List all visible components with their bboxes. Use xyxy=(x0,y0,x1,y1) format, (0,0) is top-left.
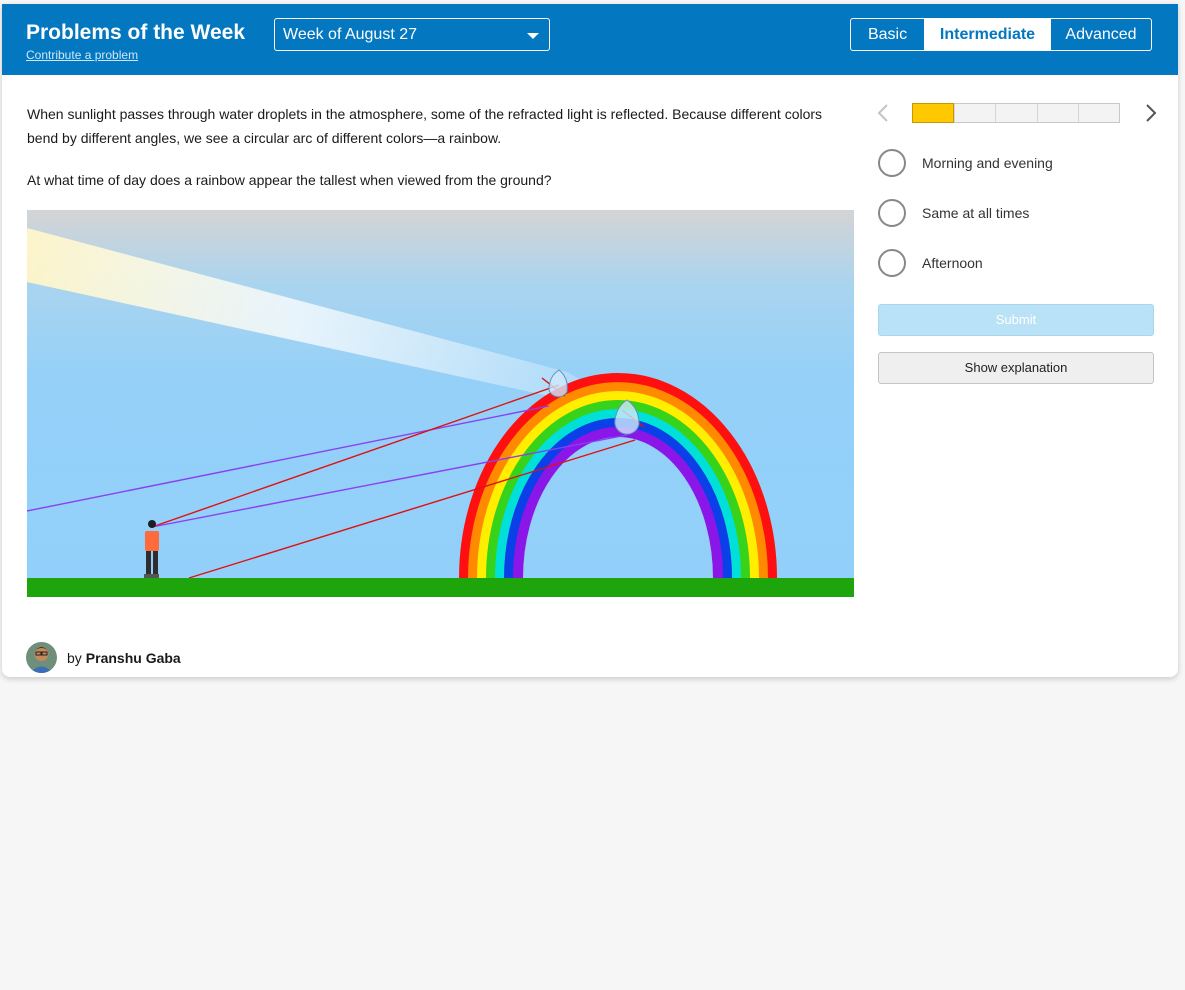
radio-button[interactable] xyxy=(878,249,906,277)
option-afternoon[interactable]: Afternoon xyxy=(878,248,1053,278)
difficulty-toggle: Basic Intermediate Advanced xyxy=(850,18,1152,51)
problem-card: Problems of the Week Contribute a proble… xyxy=(2,4,1178,677)
author-name: Pranshu Gaba xyxy=(85,649,181,666)
option-same-all-times[interactable]: Same at all times xyxy=(878,198,1053,228)
chevron-right-icon[interactable] xyxy=(1140,102,1160,124)
progress-tracker xyxy=(912,103,1120,123)
page-title: Problems of the Week xyxy=(26,21,246,44)
progress-segment-4 xyxy=(1036,104,1078,122)
chevron-down-icon xyxy=(527,33,539,39)
answer-options: Morning and evening Same at all times Af… xyxy=(878,148,1053,298)
progress-segment-3 xyxy=(995,104,1036,122)
progress-segment-2 xyxy=(954,104,995,122)
level-advanced-button[interactable]: Advanced xyxy=(1050,19,1151,50)
level-intermediate-button[interactable]: Intermediate xyxy=(924,19,1050,50)
week-select[interactable]: Week of August 27 xyxy=(274,18,550,51)
week-select-value: Week of August 27 xyxy=(283,26,418,43)
show-explanation-button[interactable]: Show explanation xyxy=(878,352,1154,384)
submit-button[interactable]: Submit xyxy=(878,304,1154,336)
author-byline: by Pranshu Gaba xyxy=(26,642,181,673)
header-bar: Problems of the Week Contribute a proble… xyxy=(2,4,1178,75)
option-label: Afternoon xyxy=(922,255,983,271)
progress-segment-1 xyxy=(912,103,955,123)
option-label: Morning and evening xyxy=(922,155,1053,171)
byline-prefix: by xyxy=(67,649,82,666)
option-morning-evening[interactable]: Morning and evening xyxy=(878,148,1053,178)
ground xyxy=(27,578,854,597)
chevron-left-icon[interactable] xyxy=(874,102,894,124)
problem-question: At what time of day does a rainbow appea… xyxy=(27,172,552,188)
radio-button[interactable] xyxy=(878,199,906,227)
level-basic-button[interactable]: Basic xyxy=(851,19,924,50)
problem-text: When sunlight passes through water dropl… xyxy=(27,102,827,192)
progress-segment-5 xyxy=(1077,104,1119,122)
problem-intro: When sunlight passes through water dropl… xyxy=(27,106,823,146)
radio-button[interactable] xyxy=(878,149,906,177)
option-label: Same at all times xyxy=(922,205,1030,221)
rainbow-illustration xyxy=(27,210,854,597)
contribute-link[interactable]: Contribute a problem xyxy=(26,48,138,62)
author-avatar xyxy=(26,642,57,673)
